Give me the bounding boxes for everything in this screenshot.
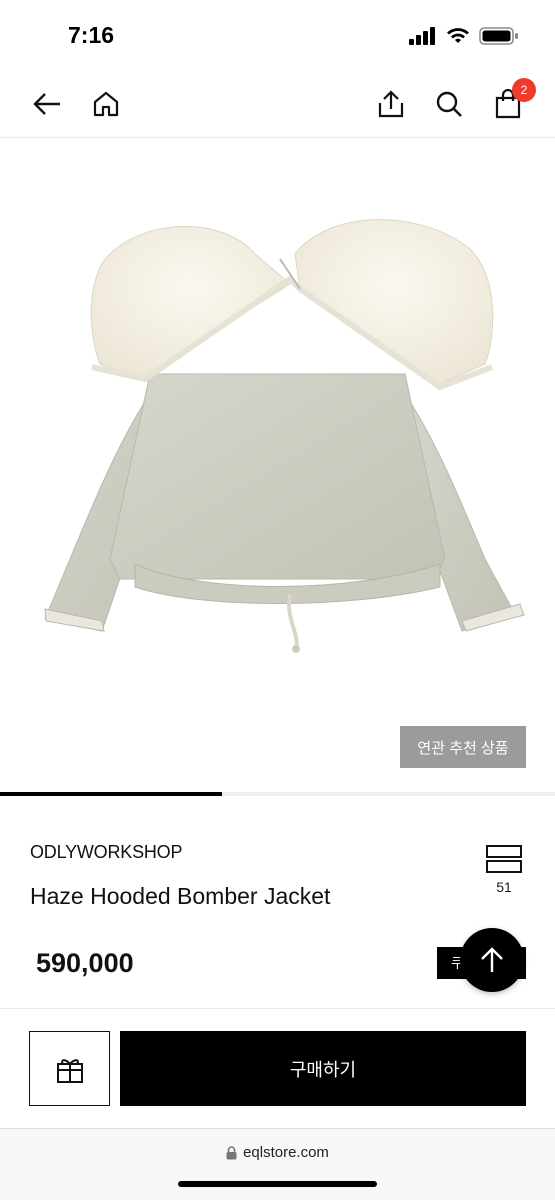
brand-name[interactable]: ODLYWORKSHOP	[30, 842, 182, 863]
home-icon	[93, 91, 119, 117]
share-icon	[378, 90, 404, 118]
product-price: 590,000	[36, 948, 134, 978]
url-display[interactable]: eqlstore.com	[0, 1144, 555, 1161]
browser-url-bar[interactable]: eqlstore.com	[0, 1128, 555, 1200]
status-icons	[409, 26, 519, 46]
search-icon	[436, 91, 462, 117]
battery-icon	[479, 27, 518, 45]
jacket-image	[44, 219, 525, 653]
arrow-up-icon	[481, 947, 503, 972]
image-progress-fill	[0, 792, 222, 796]
status-bar: 7:16	[0, 0, 555, 70]
related-products-button[interactable]: 연관 추천 상품	[400, 726, 526, 768]
cart-count-badge: 2	[512, 78, 536, 102]
wifi-icon	[447, 28, 469, 43]
home-button[interactable]	[86, 84, 126, 124]
purchase-action-bar: 구매하기	[0, 1008, 555, 1128]
back-arrow-icon	[33, 93, 60, 115]
image-progress-track	[0, 792, 555, 796]
cart-button[interactable]: 2	[488, 78, 536, 124]
cellular-signal-icon	[409, 27, 435, 45]
gift-icon	[56, 1058, 83, 1083]
status-time: 7:16	[68, 22, 115, 48]
back-button[interactable]	[27, 84, 67, 124]
wishlist-count: 51	[496, 879, 512, 895]
product-name: Haze Hooded Bomber Jacket	[30, 883, 331, 909]
wishlist-button[interactable]: 51	[482, 845, 526, 901]
url-text: eqlstore.com	[243, 1144, 329, 1161]
share-button[interactable]	[371, 84, 411, 124]
home-indicator[interactable]	[178, 1181, 377, 1187]
gift-button[interactable]	[29, 1031, 110, 1106]
buy-button[interactable]: 구매하기	[120, 1031, 526, 1106]
product-image[interactable]	[0, 139, 555, 791]
wishlist-icon	[486, 845, 522, 873]
navigation-bar: 2	[0, 70, 555, 138]
scroll-to-top-button[interactable]	[460, 928, 524, 992]
lock-icon	[226, 1145, 237, 1159]
search-button[interactable]	[429, 84, 469, 124]
